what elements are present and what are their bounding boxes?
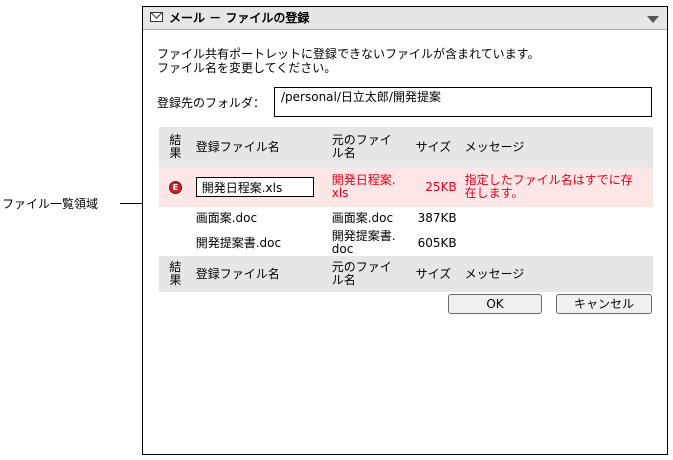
file-list-area-annotation: ファイル一覧領域: [2, 197, 99, 211]
original-name-cell: 画面案.doc: [331, 211, 394, 225]
destination-folder-field[interactable]: /personal/日立太郎/開発提案: [274, 87, 652, 117]
info-message: ファイル共有ポートレットに登録できないファイルが含まれています。 ファイル名を変…: [157, 47, 539, 75]
ok-button[interactable]: OK: [448, 294, 542, 314]
error-icon: E: [168, 181, 182, 194]
header-filename: 登録ファイル名: [191, 127, 328, 167]
info-message-line-1: ファイル共有ポートレットに登録できないファイルが含まれています。: [157, 47, 540, 61]
result-cell: E: [159, 167, 192, 207]
header-original-name: 元のファイ ル名: [327, 127, 412, 167]
header-message: メッセージ: [460, 127, 653, 167]
message-cell: 指定したファイル名はすでに存 在します。: [460, 167, 653, 207]
footer-message: メッセージ: [460, 256, 653, 292]
size-cell: 387KB: [417, 211, 457, 225]
footer-size: サイズ: [411, 256, 461, 292]
result-cell: [159, 207, 192, 230]
table-header-row: 結 果 登録ファイル名 元のファイ ル名 サイズ メッセージ: [159, 127, 653, 167]
table-row: E 開発日程案. xls 25KB 指定したファイル名はすでに存 在します。: [159, 167, 653, 207]
size-cell: 605KB: [417, 235, 457, 250]
filename-cell: 画面案.doc: [195, 211, 258, 225]
original-name-cell: 開発提案書. doc: [331, 229, 396, 256]
table-row: 画面案.doc 画面案.doc 387KB: [159, 207, 653, 230]
window-title: メール － ファイルの登録: [169, 11, 310, 25]
mail-icon: [150, 12, 163, 22]
footer-filename: 登録ファイル名: [191, 256, 328, 292]
window-titlebar: メール － ファイルの登録: [143, 7, 667, 30]
menu-dropdown-icon[interactable]: [647, 16, 659, 23]
table-footer-row: 結 果 登録ファイル名 元のファイ ル名 サイズ メッセージ: [159, 256, 653, 292]
filename-cell: 開発提案書.doc: [195, 235, 282, 250]
original-name-cell: 開発日程案. xls: [327, 167, 412, 207]
filename-cell: [191, 167, 328, 207]
folder-label: 登録先のフォルダ：: [157, 96, 266, 110]
size-cell: 25KB: [411, 167, 461, 207]
footer-result: 結 果: [159, 256, 192, 292]
info-message-line-2: ファイル名を変更してください。: [157, 61, 337, 75]
result-cell: [159, 230, 192, 256]
file-list-table: 結 果 登録ファイル名 元のファイ ル名 サイズ メッセージ E 開発日程案. …: [159, 127, 653, 302]
message-cell: [461, 207, 653, 230]
header-result: 結 果: [159, 127, 192, 167]
table-row: 開発提案書.doc 開発提案書. doc 605KB: [159, 230, 653, 256]
footer-original-name: 元のファイ ル名: [327, 256, 412, 292]
message-cell: [461, 230, 653, 256]
cancel-button[interactable]: キャンセル: [556, 294, 652, 314]
file-registration-window: メール － ファイルの登録 ファイル共有ポートレットに登録できないファイルが含ま…: [142, 6, 668, 455]
filename-input[interactable]: [195, 177, 314, 197]
header-size: サイズ: [411, 127, 461, 167]
